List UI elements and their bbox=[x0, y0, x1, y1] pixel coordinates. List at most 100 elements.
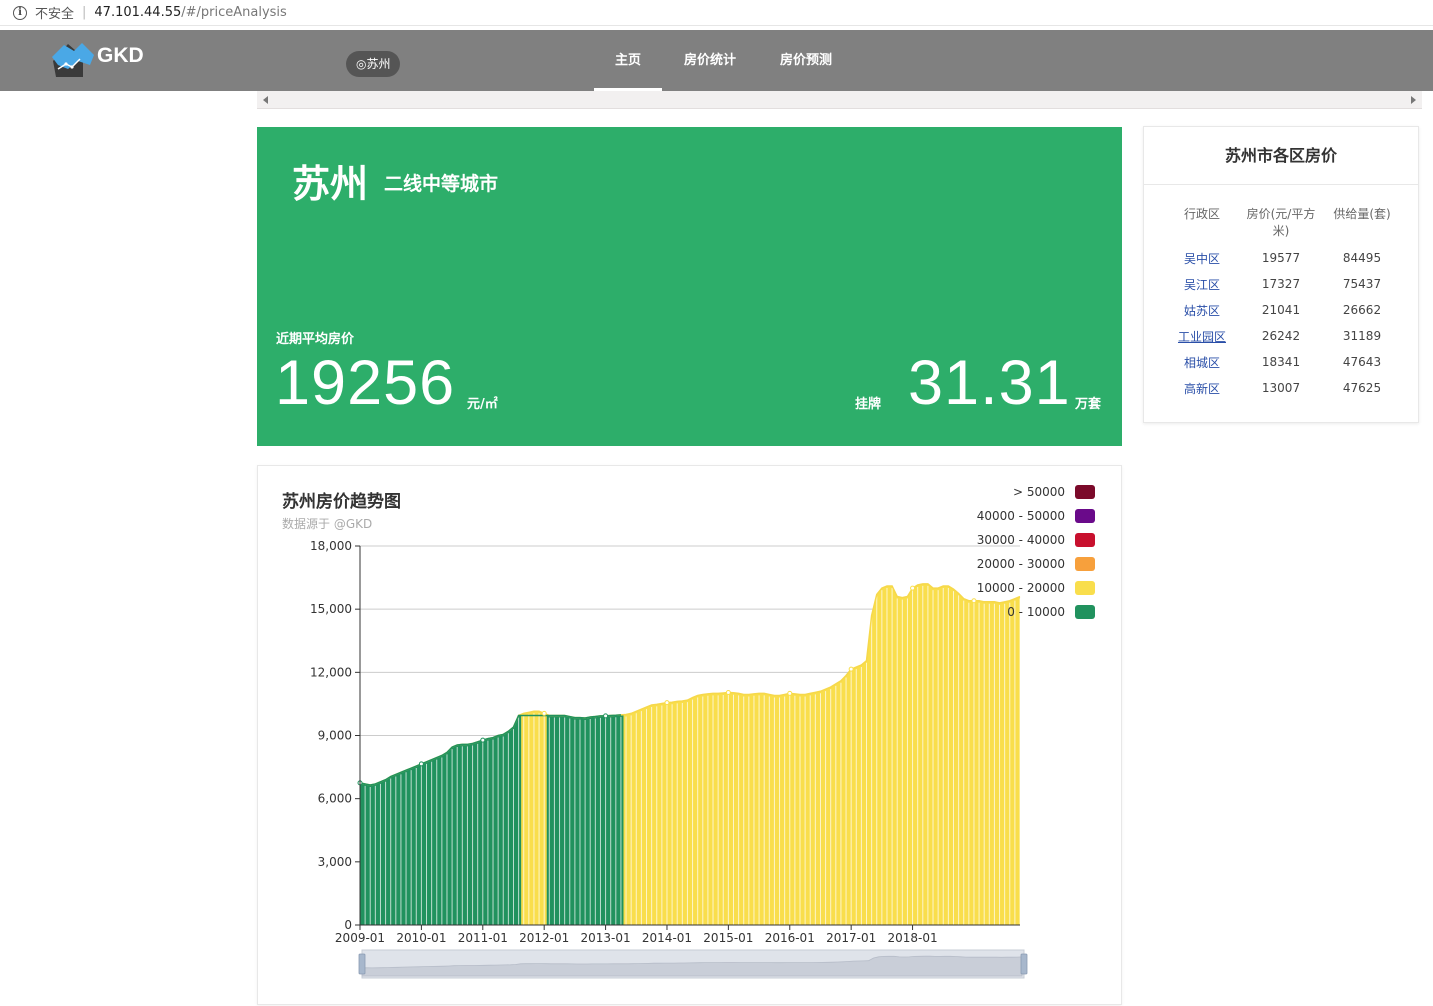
district-link[interactable]: 姑苏区 bbox=[1164, 297, 1240, 323]
legend-label: > 50000 bbox=[1012, 485, 1065, 499]
x-tick-label: 2012-01 bbox=[519, 931, 569, 945]
legend-item[interactable]: 30000 - 40000 bbox=[977, 533, 1095, 547]
legend-swatch bbox=[1075, 485, 1095, 499]
listing-label: 挂牌 bbox=[855, 397, 882, 412]
price-trend-card: 0 3,000 6,000 9,000 12,000 15,000 18,000 2009-0… bbox=[257, 465, 1122, 1005]
y-tick-label: 9,000 bbox=[318, 729, 352, 743]
legend-label: 30000 - 40000 bbox=[976, 533, 1065, 547]
district-price: 17327 bbox=[1261, 277, 1301, 291]
x-tick-label: 2009-01 bbox=[335, 931, 385, 945]
district-card-title: 苏州市各区房价 bbox=[1144, 127, 1418, 185]
city-selector[interactable]: ◎苏州 bbox=[346, 51, 401, 77]
district-price: 26242 bbox=[1261, 329, 1301, 343]
legend-item[interactable]: > 50000 bbox=[1013, 485, 1095, 499]
city-tier: 二线中等城市 bbox=[384, 173, 499, 195]
data-point bbox=[848, 666, 854, 672]
scroll-right-icon[interactable] bbox=[1411, 96, 1416, 104]
y-tick-label: 3,000 bbox=[318, 855, 352, 869]
legend-swatch bbox=[1075, 557, 1095, 571]
table-row: 相城区 18341 47643 bbox=[1164, 349, 1402, 375]
legend-swatch bbox=[1075, 581, 1095, 595]
data-point bbox=[787, 690, 793, 696]
col-header-district: 行政区 bbox=[1183, 207, 1220, 221]
horizontal-scrollbar[interactable] bbox=[257, 91, 1422, 109]
nav-price-stats[interactable]: 房价统计 bbox=[672, 30, 748, 91]
y-tick-label: 12,000 bbox=[310, 665, 352, 679]
district-supply: 47643 bbox=[1342, 355, 1382, 369]
district-link[interactable]: 吴中区 bbox=[1164, 245, 1240, 271]
security-label: 不安全 bbox=[35, 7, 75, 22]
top-navbar: GKD ◎苏州 主页 房价统计 房价预测 bbox=[0, 30, 1433, 91]
price-trend-chart[interactable]: 0 3,000 6,000 9,000 12,000 15,000 18,000 2009-0… bbox=[258, 466, 1123, 1006]
data-point bbox=[480, 737, 486, 743]
address-bar[interactable]: i 不安全 | 47.101.44.55/#/priceAnalysis bbox=[0, 0, 1433, 26]
district-link[interactable]: 高新区 bbox=[1164, 375, 1240, 401]
district-supply: 47625 bbox=[1342, 381, 1382, 395]
legend-label: 10000 - 20000 bbox=[976, 581, 1065, 595]
chart-title: 苏州房价趋势图 bbox=[282, 492, 401, 512]
district-price: 13007 bbox=[1261, 381, 1301, 395]
zoom-handle[interactable] bbox=[358, 953, 366, 975]
y-tick-label: 0 bbox=[344, 918, 352, 932]
nav-price-forecast[interactable]: 房价预测 bbox=[768, 30, 844, 91]
url-path: /#/priceAnalysis bbox=[181, 5, 287, 20]
district-supply: 84495 bbox=[1342, 251, 1382, 265]
col-header-price: 房价(元/平方米) bbox=[1246, 207, 1316, 238]
x-tick-label: 2014-01 bbox=[642, 931, 692, 945]
area-segment bbox=[1017, 583, 1020, 925]
x-tick-label: 2018-01 bbox=[887, 931, 937, 945]
table-row: 高新区 13007 47625 bbox=[1164, 375, 1402, 401]
listing-value: 31.31 bbox=[908, 348, 1071, 418]
house-logo-icon[interactable] bbox=[50, 39, 95, 79]
table-row: 姑苏区 21041 26662 bbox=[1164, 297, 1402, 323]
district-supply: 31189 bbox=[1342, 329, 1382, 343]
x-tick-label: 2016-01 bbox=[765, 931, 815, 945]
district-table: 行政区 房价(元/平方米) 供给量(套) 吴中区 19577 84495 吴江区… bbox=[1164, 205, 1402, 401]
district-price: 19577 bbox=[1261, 251, 1301, 265]
avg-price-value: 19256 bbox=[275, 348, 456, 418]
nav-home[interactable]: 主页 bbox=[594, 30, 662, 91]
address-separator: | bbox=[82, 5, 87, 20]
data-point bbox=[725, 690, 731, 696]
legend-item[interactable]: 20000 - 30000 bbox=[977, 557, 1095, 571]
city-name: 苏州 bbox=[292, 162, 369, 206]
data-point bbox=[910, 585, 916, 591]
table-row: 吴江区 17327 75437 bbox=[1164, 271, 1402, 297]
data-point bbox=[664, 700, 670, 706]
data-point bbox=[971, 598, 977, 604]
url-text[interactable]: 47.101.44.55/#/priceAnalysis bbox=[94, 5, 286, 20]
x-tick-label: 2011-01 bbox=[458, 931, 508, 945]
x-tick-label: 2015-01 bbox=[703, 931, 753, 945]
avg-price-unit: 元/㎡ bbox=[467, 397, 498, 412]
legend-swatch bbox=[1075, 605, 1095, 619]
legend-item[interactable]: 10000 - 20000 bbox=[977, 581, 1095, 595]
x-tick-label: 2013-01 bbox=[581, 931, 631, 945]
legend-item[interactable]: 40000 - 50000 bbox=[977, 509, 1095, 523]
y-tick-label: 18,000 bbox=[310, 539, 352, 553]
y-tick-label: 6,000 bbox=[318, 792, 352, 806]
legend-swatch bbox=[1075, 533, 1095, 547]
data-point bbox=[541, 710, 547, 716]
zoom-slider[interactable] bbox=[358, 949, 1028, 979]
table-row: 吴中区 19577 84495 bbox=[1164, 245, 1402, 271]
district-price: 21041 bbox=[1261, 303, 1301, 317]
legend-label: 0 - 10000 bbox=[1007, 605, 1065, 619]
x-tick-label: 2017-01 bbox=[826, 931, 876, 945]
y-tick-label: 15,000 bbox=[310, 602, 352, 616]
city-summary-card: 苏州 二线中等城市 近期平均房价 19256 元/㎡ 挂牌 31.31 万套 bbox=[257, 127, 1122, 446]
chart-subtitle: 数据源于 @GKD bbox=[282, 517, 373, 531]
district-link[interactable]: 相城区 bbox=[1164, 349, 1240, 375]
x-tick-label: 2010-01 bbox=[396, 931, 446, 945]
district-price: 18341 bbox=[1261, 355, 1301, 369]
table-row: 工业园区 26242 31189 bbox=[1164, 323, 1402, 349]
district-link[interactable]: 吴江区 bbox=[1164, 271, 1240, 297]
legend-item[interactable]: 0 - 10000 bbox=[1007, 605, 1095, 619]
district-supply: 75437 bbox=[1342, 277, 1382, 291]
zoom-handle[interactable] bbox=[1020, 953, 1028, 975]
scroll-left-icon[interactable] bbox=[263, 96, 268, 104]
info-icon[interactable]: i bbox=[13, 5, 27, 20]
legend-label: 20000 - 30000 bbox=[976, 557, 1065, 571]
brand-name[interactable]: GKD bbox=[97, 44, 144, 68]
url-host: 47.101.44.55 bbox=[94, 5, 182, 20]
district-link[interactable]: 工业园区 bbox=[1164, 323, 1240, 349]
